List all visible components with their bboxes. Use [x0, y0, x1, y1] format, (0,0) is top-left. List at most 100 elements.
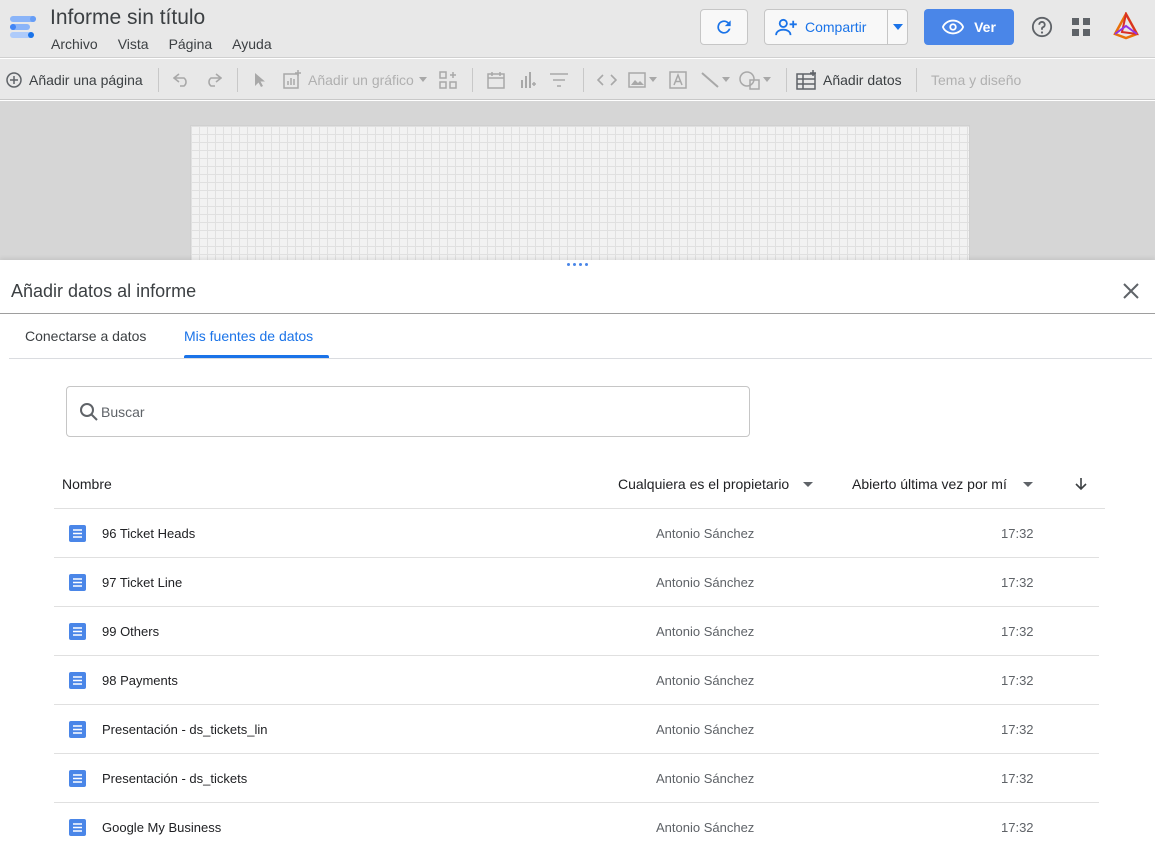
caret-down-icon — [1022, 481, 1033, 487]
tab-connect-data[interactable]: Conectarse a datos — [9, 314, 162, 358]
active-tab-indicator — [184, 355, 330, 358]
column-name-header[interactable]: Nombre — [62, 460, 112, 508]
data-source-owner: Antonio Sánchez — [656, 574, 755, 590]
code-icon — [597, 73, 617, 86]
table-row[interactable]: Google My Business Antonio Sánchez 17:32 — [54, 803, 1099, 848]
data-source-owner: Antonio Sánchez — [656, 770, 755, 786]
account-avatar-icon[interactable] — [1112, 12, 1140, 40]
share-main[interactable]: Compartir — [765, 10, 887, 44]
help-icon[interactable] — [1031, 16, 1053, 38]
data-source-name[interactable]: 98 Payments — [102, 656, 178, 704]
calendar-icon — [487, 71, 505, 89]
data-source-doc-icon — [69, 819, 86, 836]
share-label: Compartir — [805, 19, 867, 35]
data-source-name[interactable]: Google My Business — [102, 803, 221, 848]
panel-title: Añadir datos al informe — [11, 281, 197, 301]
data-source-last-opened: 17:32 — [1001, 672, 1034, 688]
eye-icon — [942, 19, 965, 35]
toolbar-divider — [786, 68, 787, 92]
data-source-last-opened: 17:32 — [1001, 623, 1034, 639]
data-source-doc-icon — [69, 574, 86, 591]
data-source-name[interactable]: 96 Ticket Heads — [102, 509, 195, 557]
text-box-icon — [669, 70, 687, 89]
data-source-name[interactable]: 97 Ticket Line — [102, 558, 182, 606]
data-source-owner: Antonio Sánchez — [656, 623, 755, 639]
text-button[interactable] — [669, 59, 687, 100]
add-data-label: Añadir datos — [823, 71, 902, 88]
embed-url-button[interactable] — [597, 59, 617, 100]
table-row[interactable]: 98 Payments Antonio Sánchez 17:32 — [54, 656, 1099, 705]
select-tool-button[interactable] — [254, 59, 266, 100]
add-page-button[interactable]: Añadir una página — [6, 59, 143, 100]
data-source-name[interactable]: Presentación - ds_tickets — [102, 754, 247, 802]
apps-grid-icon[interactable] — [1072, 18, 1090, 36]
data-source-owner: Antonio Sánchez — [656, 525, 755, 541]
app-header: Informe sin título Archivo Vista Página … — [0, 0, 1155, 58]
owner-filter-dropdown[interactable]: Cualquiera es el propietario — [618, 460, 814, 508]
data-source-name[interactable]: Presentación - ds_tickets_lin — [102, 705, 267, 753]
line-button[interactable] — [700, 59, 730, 100]
caret-down-icon — [892, 24, 903, 30]
share-dropdown-button[interactable] — [887, 10, 907, 44]
data-source-owner: Antonio Sánchez — [656, 819, 755, 835]
search-input[interactable] — [101, 399, 721, 425]
table-row[interactable]: 96 Ticket Heads Antonio Sánchez 17:32 — [54, 509, 1099, 558]
add-chart-button[interactable]: Añadir un gráfico — [282, 59, 427, 100]
data-source-last-opened: 17:32 — [1001, 770, 1034, 786]
caret-down-icon — [649, 77, 657, 82]
community-viz-button[interactable] — [439, 59, 457, 100]
sort-by-dropdown[interactable]: Abierto última vez por mí — [852, 460, 1033, 508]
table-row[interactable]: 97 Ticket Line Antonio Sánchez 17:32 — [54, 558, 1099, 607]
add-page-label: Añadir una página — [29, 71, 143, 88]
image-icon — [628, 71, 646, 88]
data-source-name[interactable]: 99 Others — [102, 607, 159, 655]
theme-layout-button[interactable]: Tema y diseño — [931, 59, 1021, 100]
table-row[interactable]: Presentación - ds_tickets_lin Antonio Sán… — [54, 705, 1099, 754]
add-data-panel: Añadir datos al informe Conectarse a dat… — [0, 260, 1155, 848]
data-source-doc-icon — [69, 770, 86, 787]
data-studio-logo-icon[interactable] — [8, 12, 38, 42]
undo-button[interactable] — [173, 59, 191, 100]
menu-vista[interactable]: Vista — [118, 36, 149, 52]
data-source-last-opened: 17:32 — [1001, 819, 1034, 835]
menu-pagina[interactable]: Página — [169, 36, 213, 52]
data-source-last-opened: 17:32 — [1001, 525, 1034, 541]
add-data-button[interactable]: Añadir datos — [796, 59, 902, 100]
data-control-button[interactable] — [520, 59, 536, 100]
view-label: Ver — [974, 19, 996, 35]
toolbar-divider — [472, 68, 473, 92]
toolbar-divider — [237, 68, 238, 92]
report-page-canvas[interactable] — [190, 125, 970, 260]
data-source-last-opened: 17:32 — [1001, 721, 1034, 737]
data-source-list: 96 Ticket Heads Antonio Sánchez 17:32 97 Ti… — [54, 509, 1099, 848]
redo-icon — [208, 72, 222, 87]
toolbar-divider — [583, 68, 584, 92]
report-canvas-area — [0, 101, 1155, 260]
theme-label: Tema y diseño — [931, 71, 1022, 88]
add-chart-icon — [283, 69, 301, 89]
close-icon[interactable] — [1120, 280, 1142, 302]
search-box[interactable] — [66, 386, 750, 437]
add-data-icon — [796, 69, 816, 90]
shape-button[interactable] — [739, 59, 771, 100]
view-button[interactable]: Ver — [924, 9, 1014, 45]
data-control-icon — [521, 71, 536, 88]
tab-my-data-sources-label: Mis fuentes de datos — [184, 328, 314, 344]
menu-ayuda[interactable]: Ayuda — [232, 36, 271, 52]
sort-direction-button[interactable] — [1075, 460, 1087, 508]
caret-down-icon — [763, 77, 771, 82]
date-range-button[interactable] — [487, 59, 505, 100]
table-row[interactable]: 99 Others Antonio Sánchez 17:32 — [54, 607, 1099, 656]
menu-archivo[interactable]: Archivo — [51, 36, 98, 52]
report-title[interactable]: Informe sin título — [50, 6, 205, 30]
redo-button[interactable] — [204, 59, 222, 100]
image-button[interactable] — [628, 59, 657, 100]
share-button[interactable]: Compartir — [764, 9, 908, 45]
filter-control-button[interactable] — [550, 59, 568, 100]
tab-my-data-sources[interactable]: Mis fuentes de datos — [168, 314, 330, 358]
table-row[interactable]: Presentación - ds_tickets Antonio Sánchez… — [54, 754, 1099, 803]
filter-icon — [550, 72, 568, 87]
refresh-button[interactable] — [700, 9, 748, 45]
line-icon — [701, 71, 719, 88]
panel-resize-handle[interactable] — [567, 263, 591, 267]
